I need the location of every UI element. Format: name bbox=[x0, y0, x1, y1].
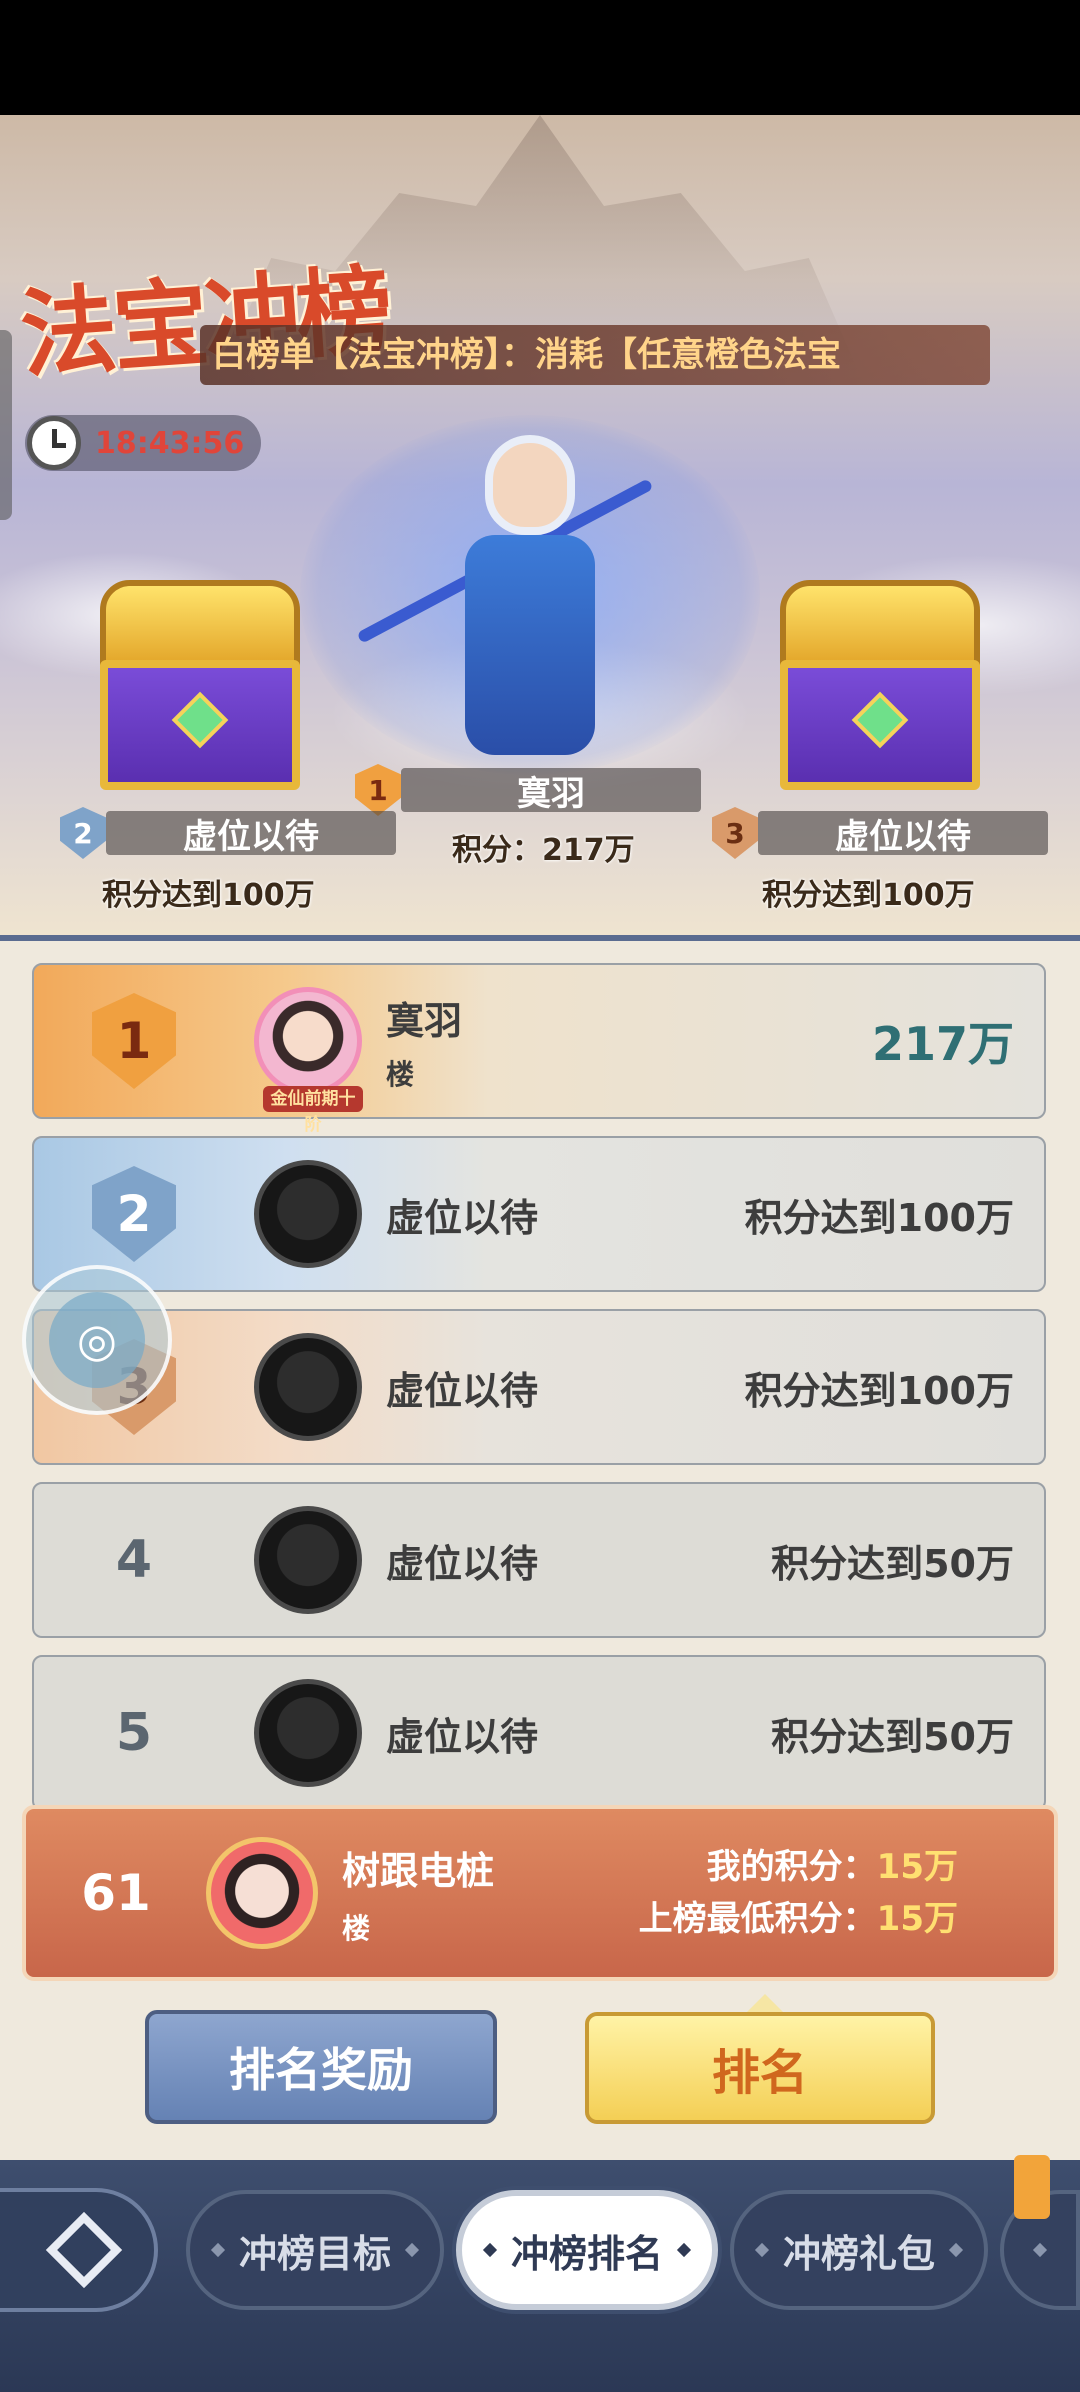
my-avatar[interactable] bbox=[206, 1837, 318, 1949]
chest-lid bbox=[100, 580, 300, 670]
avatar[interactable]: 金仙前期十阶 bbox=[254, 987, 363, 1135]
min-score-value: 15万 bbox=[876, 1899, 958, 1939]
marquee-text: 白榜单【法宝冲榜】：消耗【任意橙色法宝 bbox=[212, 335, 841, 375]
empty-avatar bbox=[254, 1506, 362, 1614]
tab-dot-icon bbox=[404, 2242, 420, 2258]
tab-label: 冲榜礼包 bbox=[782, 2231, 935, 2276]
my-score-block: 我的积分：15万 上榜最低积分：15万 bbox=[639, 1841, 958, 1945]
player-server: 楼 bbox=[386, 1057, 415, 1091]
chest-lid bbox=[780, 580, 980, 670]
side-drawer-handle[interactable] bbox=[0, 330, 12, 520]
my-score-label: 我的积分： bbox=[706, 1847, 877, 1887]
score-requirement: 积分达到100万 bbox=[744, 1195, 1014, 1240]
tab-dot-icon bbox=[754, 2242, 770, 2258]
hero-banner: 法宝冲榜 白榜单【法宝冲榜】：消耗【任意橙色法宝 18:43:56 1 寞羽 积… bbox=[0, 115, 1080, 935]
player-info: 虚位以待 bbox=[386, 1187, 538, 1242]
bottom-navigation: 冲榜目标 冲榜排名 冲榜礼包 bbox=[0, 2160, 1080, 2392]
podium-third-label: 3 虚位以待 bbox=[712, 807, 1048, 859]
announcement-marquee: 白榜单【法宝冲榜】：消耗【任意橙色法宝 bbox=[200, 325, 990, 385]
second-place-chest[interactable] bbox=[100, 580, 300, 790]
countdown-timer: 18:43:56 bbox=[25, 415, 261, 471]
podium-second-name: 虚位以待 bbox=[106, 811, 396, 857]
rank-1-medal-icon: 1 bbox=[92, 993, 176, 1089]
tab-dot-icon bbox=[948, 2242, 964, 2258]
my-name: 树跟电桩 bbox=[342, 1848, 495, 1893]
player-name: 寞羽 bbox=[386, 998, 463, 1043]
title-tag: 金仙前期十阶 bbox=[263, 1086, 363, 1135]
player-info: 寞羽 楼 bbox=[386, 990, 462, 1093]
ranking-row-2[interactable]: 2 虚位以待 积分达到100万 bbox=[32, 1136, 1046, 1292]
corner-tab-marker bbox=[1014, 2155, 1050, 2219]
score-requirement: 积分达到50万 bbox=[771, 1714, 1014, 1759]
player-name: 虚位以待 bbox=[386, 1195, 539, 1240]
podium-third-name: 虚位以待 bbox=[758, 811, 1048, 857]
tab-dot-icon bbox=[482, 2242, 498, 2258]
ranking-row-1[interactable]: 1 金仙前期十阶 寞羽 楼 217万 bbox=[32, 963, 1046, 1135]
rank-cell: 4 bbox=[34, 1530, 234, 1590]
player-info: 虚位以待 bbox=[386, 1706, 538, 1761]
character-head bbox=[485, 435, 575, 535]
tab-dot-icon bbox=[1032, 2242, 1048, 2258]
empty-avatar bbox=[254, 1160, 362, 1268]
podium-first-name: 寞羽 bbox=[401, 768, 701, 814]
my-score-line: 我的积分：15万 bbox=[707, 1841, 958, 1893]
player-name: 虚位以待 bbox=[386, 1714, 539, 1759]
min-score-label: 上榜最低积分： bbox=[638, 1899, 877, 1939]
player-info: 虚位以待 bbox=[386, 1533, 538, 1588]
score-requirement: 积分达到100万 bbox=[744, 1368, 1014, 1413]
ranking-button[interactable]: 排名 bbox=[585, 1994, 935, 2124]
player-name: 虚位以待 bbox=[386, 1368, 539, 1413]
tab-dot-icon bbox=[210, 2242, 226, 2258]
rank-2-medal-icon: 2 bbox=[92, 1166, 176, 1262]
character-body bbox=[465, 535, 595, 755]
rank-cell: 2 bbox=[34, 1166, 234, 1262]
ranking-reward-button[interactable]: 排名奖励 bbox=[145, 2010, 497, 2124]
player-score: 217万 bbox=[871, 1017, 1014, 1071]
clock-icon bbox=[27, 416, 81, 470]
third-place-chest[interactable] bbox=[780, 580, 980, 790]
my-score-value: 15万 bbox=[876, 1847, 958, 1887]
empty-avatar bbox=[254, 1679, 362, 1787]
tab-ranking-list[interactable]: 冲榜排名 bbox=[456, 2190, 718, 2310]
rank-cell: 5 bbox=[34, 1703, 234, 1763]
rank-cell: 1 bbox=[34, 993, 234, 1089]
rank-3-medal-icon: 3 bbox=[712, 807, 758, 859]
podium-first-score: 积分：217万 bbox=[452, 833, 635, 868]
score-requirement: 积分达到50万 bbox=[771, 1541, 1014, 1586]
my-rank-row: 61 树跟电桩 楼 我的积分：15万 上榜最低积分：15万 bbox=[22, 1805, 1058, 1981]
min-score-line: 上榜最低积分：15万 bbox=[639, 1893, 958, 1945]
podium-second-label: 2 虚位以待 bbox=[60, 807, 396, 859]
my-server: 楼 bbox=[342, 1911, 371, 1945]
rank-2-medal-icon: 2 bbox=[60, 807, 106, 859]
assistant-icon: ◎ bbox=[49, 1292, 145, 1388]
podium-second-requirement: 积分达到100万 bbox=[102, 878, 315, 913]
player-name: 虚位以待 bbox=[386, 1541, 539, 1586]
status-bar bbox=[0, 0, 1080, 115]
ranking-row-3[interactable]: 3 虚位以待 积分达到100万 bbox=[32, 1309, 1046, 1465]
back-diamond-icon bbox=[45, 2211, 123, 2289]
ranking-row-4[interactable]: 4 虚位以待 积分达到50万 bbox=[32, 1482, 1046, 1638]
player-info: 虚位以待 bbox=[386, 1360, 538, 1415]
tab-dot-icon bbox=[676, 2242, 692, 2258]
ranking-row-5[interactable]: 5 虚位以待 积分达到50万 bbox=[32, 1655, 1046, 1811]
floating-assistant-button[interactable]: ◎ bbox=[22, 1265, 172, 1415]
rank-number: 4 bbox=[115, 1530, 153, 1590]
countdown-value: 18:43:56 bbox=[95, 425, 245, 461]
empty-avatar bbox=[254, 1333, 362, 1441]
podium-first-label: 1 寞羽 bbox=[355, 764, 701, 816]
podium-third-requirement: 积分达到100万 bbox=[762, 878, 975, 913]
tab-ranking-goal[interactable]: 冲榜目标 bbox=[186, 2190, 444, 2310]
tab-label: 冲榜排名 bbox=[510, 2231, 663, 2276]
my-rank-number: 61 bbox=[81, 1864, 151, 1922]
back-button[interactable] bbox=[0, 2188, 158, 2312]
rank-number: 5 bbox=[115, 1703, 153, 1763]
tab-ranking-gift[interactable]: 冲榜礼包 bbox=[730, 2190, 988, 2310]
my-info: 树跟电桩 楼 bbox=[342, 1840, 494, 1947]
tab-label: 冲榜目标 bbox=[238, 2231, 391, 2276]
